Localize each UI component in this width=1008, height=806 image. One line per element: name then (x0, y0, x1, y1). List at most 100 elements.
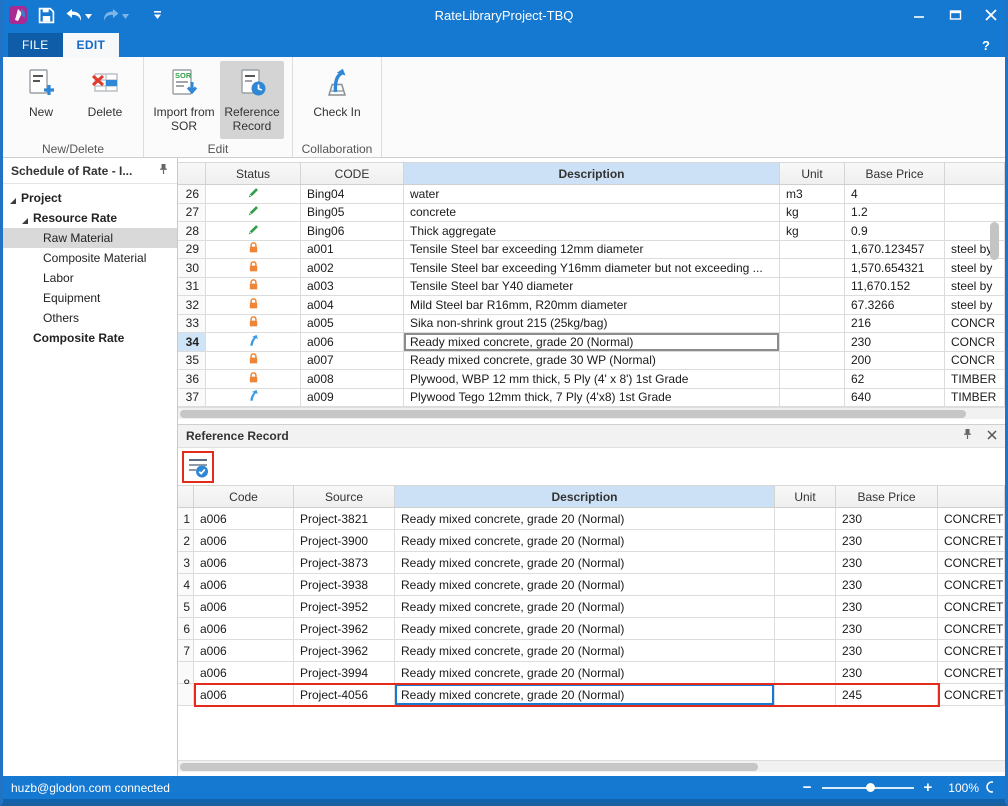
cell-extra[interactable]: CONCRET (938, 618, 1005, 639)
sidebar-item-project[interactable]: Project (3, 188, 177, 208)
cell-status[interactable] (206, 259, 301, 277)
cell-status[interactable] (206, 241, 301, 259)
cell-status[interactable] (206, 370, 301, 388)
cell-desc[interactable]: Plywood, WBP 12 mm thick, 5 Ply (4' x 8'… (404, 370, 780, 388)
column-header[interactable]: Unit (775, 486, 836, 507)
cell-code[interactable]: a001 (301, 241, 404, 259)
cell-price[interactable]: 11,670.152 (845, 278, 945, 296)
cell-code[interactable]: Bing06 (301, 222, 404, 240)
cell-status[interactable] (206, 222, 301, 240)
cell-code[interactable]: a006 (194, 640, 294, 661)
cell-extra[interactable]: CONCR (945, 315, 1005, 333)
cell-rownum[interactable]: 29 (178, 241, 206, 259)
cell-rownum[interactable]: 26 (178, 185, 206, 203)
cell-rownum[interactable]: 6 (178, 618, 194, 639)
cell-code[interactable]: a006 (194, 618, 294, 639)
zoom-slider[interactable] (822, 787, 914, 789)
cell-desc[interactable]: Sika non-shrink grout 215 (25kg/bag) (404, 315, 780, 333)
cell-desc[interactable]: Tensile Steel bar Y40 diameter (404, 278, 780, 296)
cell-unit[interactable]: kg (780, 204, 845, 222)
cell-status[interactable] (206, 333, 301, 351)
cell-rownum[interactable]: 27 (178, 204, 206, 222)
cell-price[interactable]: 230 (836, 574, 938, 595)
cell-extra[interactable]: CONCRET (938, 684, 1005, 705)
cell-price[interactable]: 230 (836, 640, 938, 661)
minimize-button[interactable] (912, 8, 926, 22)
cell-code[interactable]: a006 (194, 552, 294, 573)
cell-code[interactable]: a006 (194, 574, 294, 595)
cell-status[interactable] (206, 352, 301, 370)
cell-rownum[interactable]: 2 (178, 530, 194, 551)
cell-status[interactable] (206, 204, 301, 222)
cell-desc[interactable]: Ready mixed concrete, grade 20 (Normal) (395, 552, 775, 573)
undo-dropdown-icon[interactable] (85, 6, 92, 24)
cell-rownum[interactable]: 3 (178, 552, 194, 573)
sidebar-item-resource-rate[interactable]: Resource Rate (3, 208, 177, 228)
cell-extra[interactable]: CONCRET (938, 574, 1005, 595)
maximize-button[interactable] (948, 8, 962, 22)
column-header[interactable]: Description (395, 486, 775, 507)
hscroll-thumb[interactable] (180, 763, 758, 771)
cell-source[interactable]: Project-3821 (294, 508, 395, 529)
cell-rownum[interactable]: 36 (178, 370, 206, 388)
cell-rownum[interactable]: 34 (178, 333, 206, 351)
cell-price[interactable]: 4 (845, 185, 945, 203)
cell-code[interactable]: a006 (194, 508, 294, 529)
cell-desc[interactable]: Ready mixed concrete, grade 20 (Normal) (395, 508, 775, 529)
column-header[interactable]: CODE (301, 163, 404, 184)
import-from-sor-button[interactable]: SORImport from SOR (152, 61, 216, 139)
cell-price[interactable]: 1,570.654321 (845, 259, 945, 277)
cell-price[interactable]: 0.9 (845, 222, 945, 240)
cell-desc[interactable]: Mild Steel bar R16mm, R20mm diameter (404, 296, 780, 314)
cell-status[interactable] (206, 278, 301, 296)
cell-rownum[interactable]: 1 (178, 508, 194, 529)
cell-unit[interactable] (775, 508, 836, 529)
save-icon[interactable] (38, 7, 55, 24)
cell-source[interactable]: Project-3962 (294, 618, 395, 639)
cell-desc[interactable]: Ready mixed concrete, grade 20 (Normal) (395, 618, 775, 639)
cell-code[interactable]: a006 (194, 662, 294, 683)
column-header[interactable] (178, 486, 194, 507)
cell-code[interactable]: a003 (301, 278, 404, 296)
cell-source[interactable]: Project-3900 (294, 530, 395, 551)
cell-price[interactable]: 230 (836, 596, 938, 617)
main-grid-vscroll-thumb[interactable] (990, 222, 999, 260)
cell-price[interactable]: 230 (836, 508, 938, 529)
cell-rownum[interactable]: 5 (178, 596, 194, 617)
cell-extra[interactable]: TIMBER (945, 370, 1005, 388)
cell-unit[interactable] (780, 333, 845, 351)
cell-extra[interactable]: steel by (945, 296, 1005, 314)
cell-price[interactable]: 245 (836, 684, 938, 705)
cell-unit[interactable] (780, 259, 845, 277)
cell-price[interactable]: 216 (845, 315, 945, 333)
column-header[interactable] (178, 163, 206, 184)
column-header[interactable]: Description (404, 163, 780, 184)
cell-code[interactable]: a009 (301, 389, 404, 407)
customize-toolbar-icon[interactable] (153, 11, 162, 20)
cell-rownum[interactable] (178, 684, 194, 705)
cell-extra[interactable] (945, 204, 1005, 222)
check-in-button[interactable]: Check In (301, 61, 373, 139)
column-header[interactable]: Source (294, 486, 395, 507)
cell-status[interactable] (206, 315, 301, 333)
sidebar-item-composite-rate[interactable]: Composite Rate (3, 328, 177, 348)
sidebar-item-labor[interactable]: Labor (3, 268, 177, 288)
cell-rownum[interactable]: 30 (178, 259, 206, 277)
cell-extra[interactable]: CONCRET (938, 552, 1005, 573)
cell-unit[interactable] (780, 352, 845, 370)
cell-extra[interactable]: CONCRET (938, 508, 1005, 529)
cell-price[interactable]: 230 (836, 618, 938, 639)
cell-extra[interactable]: TIMBER (945, 389, 1005, 407)
cell-rownum[interactable]: 37 (178, 389, 206, 407)
cell-price[interactable]: 1.2 (845, 204, 945, 222)
cell-unit[interactable] (780, 315, 845, 333)
cell-unit[interactable] (775, 640, 836, 661)
cell-unit[interactable] (780, 278, 845, 296)
cell-price[interactable]: 640 (845, 389, 945, 407)
column-header[interactable]: Code (194, 486, 294, 507)
tab-edit[interactable]: EDIT (63, 33, 120, 57)
cell-code[interactable]: a008 (301, 370, 404, 388)
cell-code[interactable]: a006 (194, 596, 294, 617)
cell-status[interactable] (206, 296, 301, 314)
sidebar-item-equipment[interactable]: Equipment (3, 288, 177, 308)
